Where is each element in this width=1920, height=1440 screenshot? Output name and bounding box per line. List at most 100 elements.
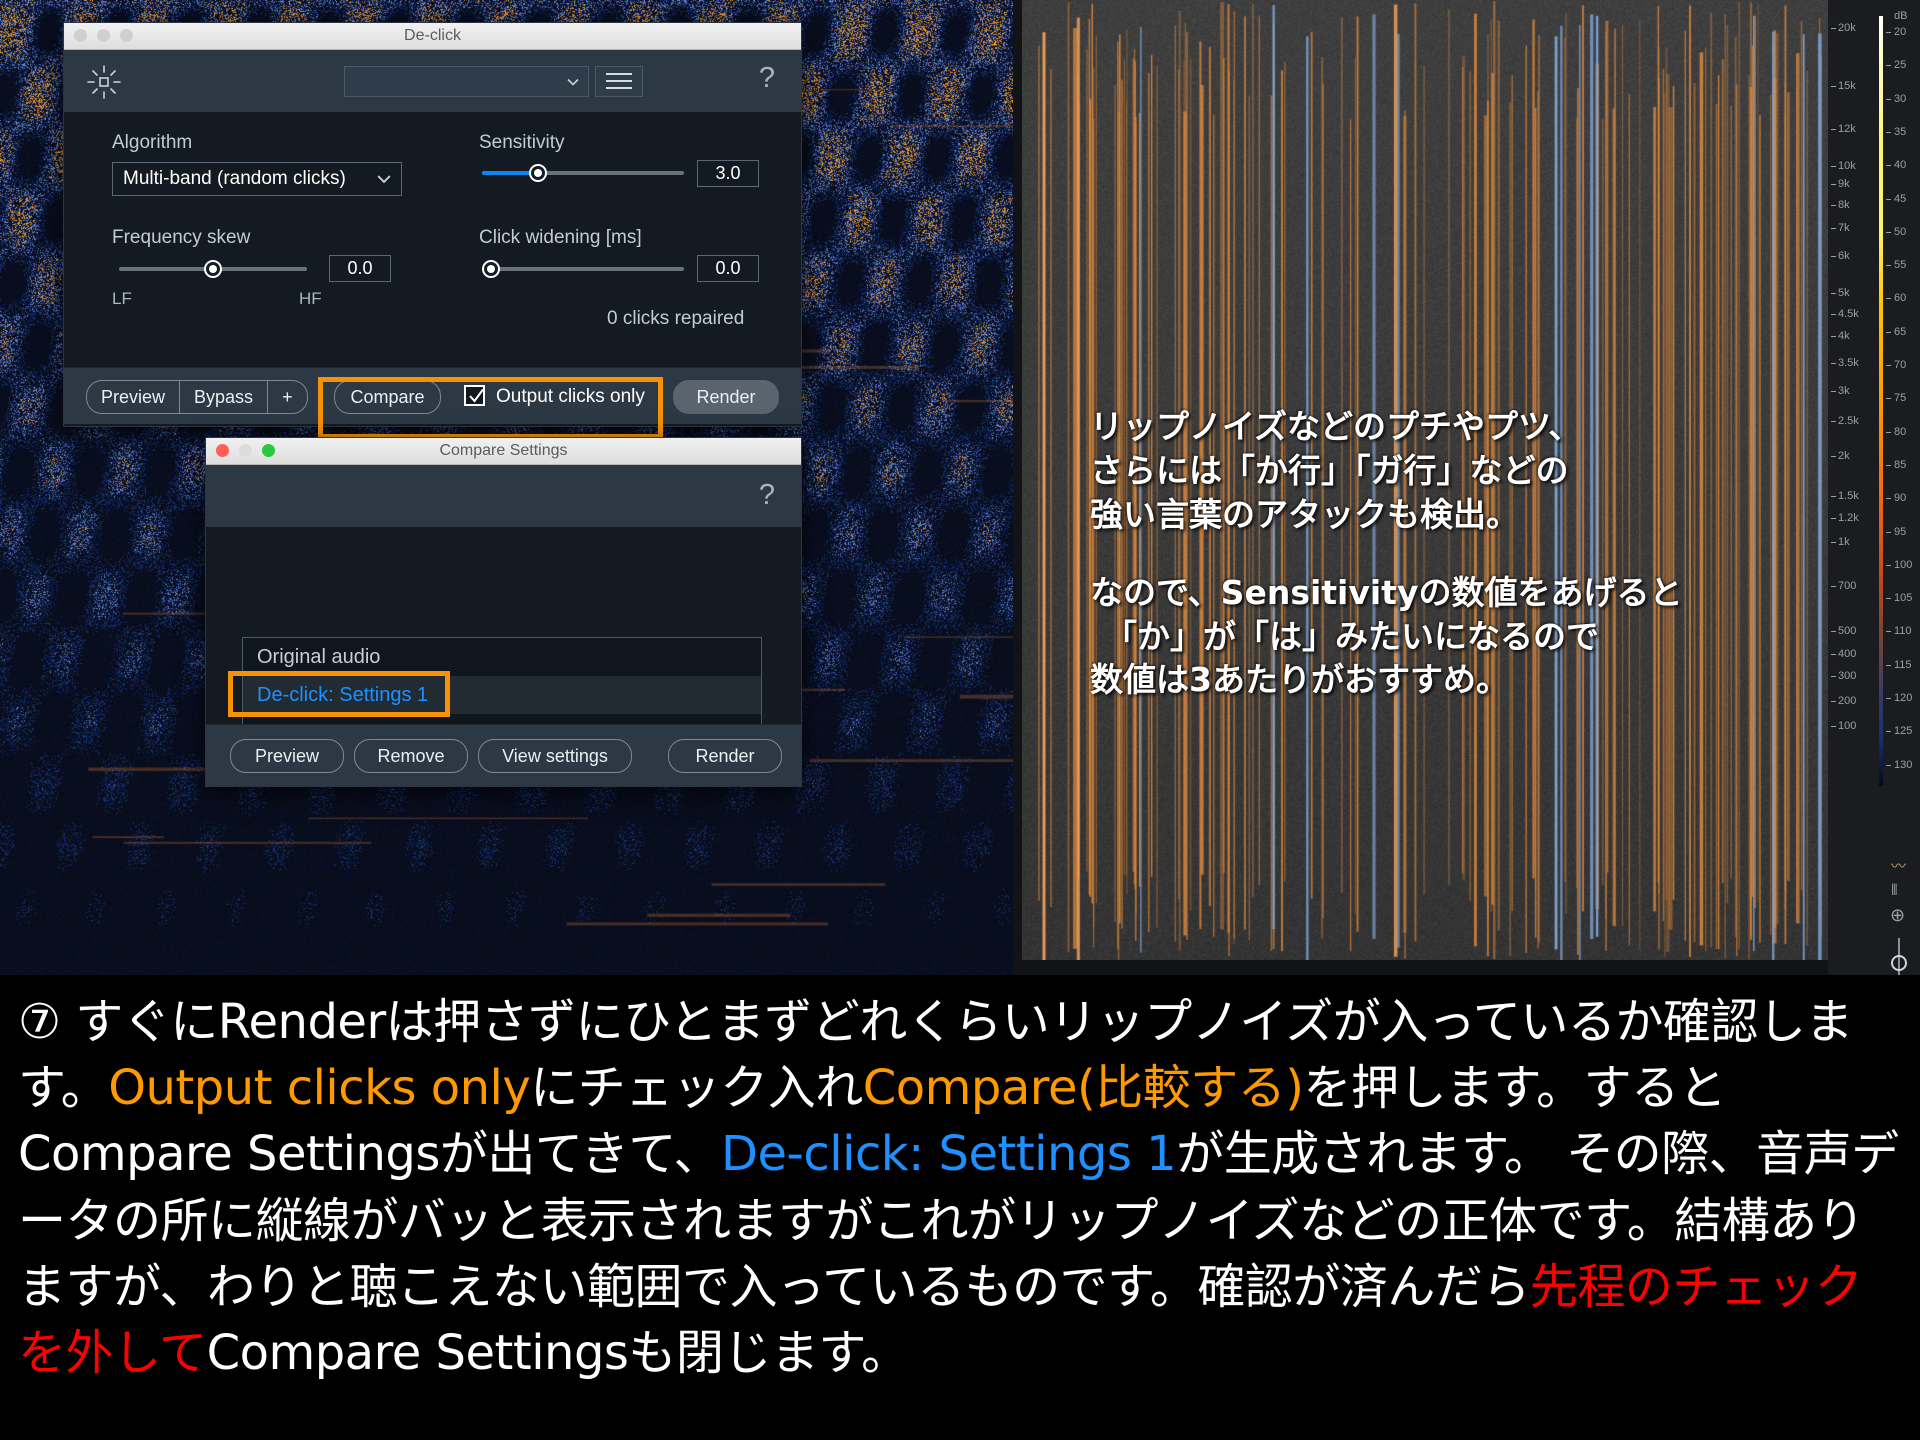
slider-knob[interactable]	[482, 260, 500, 278]
preview-bypass-group[interactable]: Preview Bypass +	[86, 380, 308, 414]
db-tick: 65	[1885, 325, 1907, 338]
preset-menu-button[interactable]	[595, 66, 643, 97]
screenshot-root: dB 20k 15k 12k 10k 9k 8k 7k 6k 5k 4.5k 4k 3.5k 3k 2.5…	[0, 0, 1920, 1440]
db-tick: 120	[1885, 692, 1913, 704]
sensitivity-value-field[interactable]: 3.0	[697, 160, 759, 187]
frequency-skew-value-field[interactable]: 0.0	[329, 255, 391, 282]
caption-seg-6: De-click: Settings 1	[721, 1126, 1177, 1183]
hamburger-icon-line	[606, 87, 632, 89]
db-tick: 115	[1886, 658, 1912, 671]
db-tick: 105	[1885, 592, 1913, 605]
db-tick: 70	[1885, 359, 1907, 371]
db-tick: 60	[1885, 292, 1907, 305]
db-tick: 95	[1885, 525, 1907, 538]
frequency-skew-slider[interactable]	[119, 260, 307, 278]
algorithm-value: Multi-band (random clicks)	[123, 168, 346, 189]
list-item[interactable]: Original audio	[243, 638, 761, 676]
click-widening-label: Click widening [ms]	[479, 227, 642, 248]
help-icon[interactable]: ?	[759, 479, 775, 512]
caption-seg-4: Compare(比較する)	[862, 1060, 1304, 1117]
frequency-tick: 4k	[1831, 330, 1850, 342]
click-widening-slider[interactable]	[482, 260, 684, 278]
db-unit-label: dB	[1894, 10, 1908, 22]
compare-button[interactable]: Compare	[334, 380, 441, 414]
db-tick: 30	[1885, 92, 1907, 105]
list-item[interactable]: De-click: Settings 1	[243, 676, 761, 714]
db-tick: 45	[1885, 192, 1907, 205]
output-clicks-only-label[interactable]: Output clicks only	[496, 386, 645, 408]
db-tick: 130	[1885, 758, 1913, 771]
frequency-tick: 20k	[1831, 22, 1856, 34]
compare-remove-button[interactable]: Remove	[354, 739, 468, 773]
clicks-repaired-status: 0 clicks repaired	[607, 308, 745, 329]
frequency-tick: 3k	[1831, 385, 1850, 397]
compare-window-title: Compare Settings	[439, 442, 568, 459]
declick-window-title: De-click	[404, 27, 461, 44]
algorithm-label: Algorithm	[112, 132, 193, 153]
overlay-note-line-4: なので、Sensitivityの数値をあげると	[1090, 572, 1683, 612]
overlay-note-line-5: 「か」が「は」みたいになるので	[1104, 616, 1599, 656]
slider-track	[482, 267, 684, 271]
db-tick: 50	[1885, 225, 1907, 238]
db-tick: 110	[1886, 625, 1912, 638]
slider-knob[interactable]	[204, 260, 222, 278]
click-widening-value-field[interactable]: 0.0	[697, 255, 759, 282]
compare-settings-window[interactable]: Compare Settings ? Original audio De-cli…	[205, 437, 802, 787]
sensitivity-slider[interactable]	[482, 164, 684, 182]
algorithm-select[interactable]: Multi-band (random clicks)	[112, 162, 402, 196]
preset-select[interactable]	[344, 66, 589, 97]
chevron-down-icon	[377, 175, 391, 184]
frequency-tick: 5k	[1831, 287, 1850, 299]
declick-titlebar[interactable]: De-click	[64, 23, 801, 50]
compare-render-button[interactable]: Render	[668, 739, 782, 773]
overlay-note-line-1: リップノイズなどのプチやプツ、	[1090, 407, 1582, 446]
db-tick: 90	[1885, 492, 1907, 505]
spectrum-icon[interactable]: ⦀	[1891, 882, 1898, 899]
frequency-tick: 4.5k	[1831, 308, 1859, 320]
frequency-tick: 7k	[1831, 222, 1850, 234]
db-tick: 55	[1885, 259, 1907, 272]
frequency-tick: 15k	[1831, 80, 1856, 92]
declick-window[interactable]: De-click ? Algorithm Multi-band (random …	[63, 22, 802, 439]
caption-text: ⑦ すぐにRenderは押さずにひとまずどれくらいリップノイズが入っているか確認…	[0, 975, 1920, 1440]
frequency-tick: 6k	[1831, 250, 1850, 262]
compare-view-settings-button[interactable]: View settings	[478, 739, 632, 773]
compare-titlebar[interactable]: Compare Settings	[206, 438, 801, 465]
zoom-slider-knob[interactable]	[1891, 955, 1907, 971]
frequency-tick: 3.5k	[1831, 357, 1859, 369]
db-tick: 125	[1885, 725, 1913, 738]
overlay-note-line-6: 数値は3あたりがおすすめ。	[1090, 660, 1509, 700]
declick-body: Algorithm Multi-band (random clicks) Sen…	[64, 112, 801, 367]
zoom-in-icon[interactable]: ⊕	[1890, 905, 1905, 926]
preview-button[interactable]: Preview	[87, 381, 181, 413]
help-icon[interactable]: ?	[759, 62, 775, 95]
db-tick: 35	[1885, 125, 1907, 138]
hamburger-icon-line	[606, 73, 632, 75]
check-icon	[469, 388, 484, 403]
chevron-down-icon	[567, 78, 579, 86]
slider-knob[interactable]	[529, 164, 547, 182]
declick-footer: Preview Bypass + Compare Output clicks o…	[64, 367, 801, 424]
sensitivity-value: 3.0	[715, 163, 741, 183]
frequency-tick: 100	[1830, 720, 1857, 732]
caption-seg-3: にチェック入れ	[530, 1060, 863, 1117]
sensitivity-label: Sensitivity	[479, 132, 565, 153]
caption-seg-2: Output clicks only	[108, 1060, 531, 1117]
waveform-icon[interactable]: 〰	[1891, 855, 1906, 876]
declick-header-bar: ?	[64, 50, 801, 112]
overlay-note-line-3: 強い言葉のアタックも検出。	[1090, 494, 1519, 534]
frequency-tick: 9k	[1831, 178, 1850, 190]
db-tick: 75	[1885, 392, 1907, 405]
db-tick: 85	[1885, 458, 1907, 471]
render-button[interactable]: Render	[673, 380, 779, 414]
db-colorbar	[1879, 16, 1883, 786]
frequency-tick: 12k	[1831, 123, 1856, 135]
db-tick: 40	[1885, 159, 1907, 172]
compare-footer: Preview Remove View settings Render	[206, 724, 801, 786]
compare-body: Original audio De-click: Settings 1	[206, 527, 801, 752]
db-tick: 80	[1885, 425, 1907, 438]
compare-preview-button[interactable]: Preview	[230, 739, 344, 773]
add-preview-button[interactable]: +	[268, 381, 307, 413]
bypass-button[interactable]: Bypass	[180, 381, 269, 413]
output-clicks-only-checkbox[interactable]	[464, 385, 485, 406]
